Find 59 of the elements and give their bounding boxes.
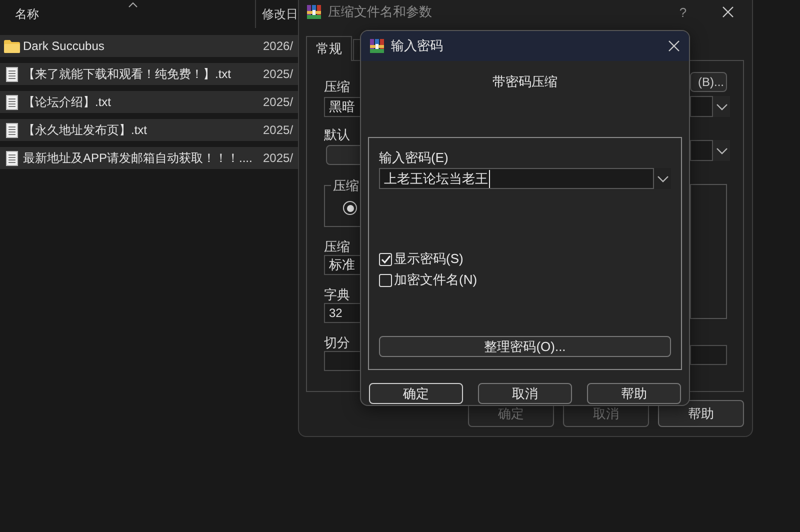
close-icon bbox=[668, 40, 680, 52]
chevron-down-icon bbox=[656, 174, 669, 182]
document-icon bbox=[6, 94, 18, 110]
file-name: Dark Succubus bbox=[23, 39, 106, 53]
dialog-button[interactable]: 帮助 bbox=[587, 383, 681, 404]
document-icon bbox=[6, 122, 18, 138]
combo-field[interactable] bbox=[690, 140, 713, 161]
field-label: 压缩 bbox=[324, 79, 350, 94]
dialog-button[interactable]: 取消 bbox=[478, 383, 572, 404]
file-row[interactable]: 【来了就能下载和观看！纯免费！】.txt 2025/ bbox=[0, 63, 298, 85]
field-label: 字典 bbox=[324, 287, 350, 302]
books-icon bbox=[306, 4, 322, 20]
file-row[interactable]: Dark Succubus 2026/ bbox=[0, 35, 298, 57]
browse-button[interactable]: (B)... bbox=[690, 72, 727, 92]
dropdown-button[interactable] bbox=[713, 140, 730, 161]
modified-date: 2025/ bbox=[263, 151, 294, 165]
modified-date: 2026/ bbox=[263, 39, 294, 53]
window-title: 压缩文件名和参数 bbox=[328, 3, 432, 21]
file-name: 最新地址及APP请发邮箱自动获取！！！.... bbox=[23, 150, 254, 166]
organize-passwords-button[interactable]: 整理密码(O)... bbox=[379, 336, 671, 357]
dialog-button[interactable]: 确定 bbox=[369, 383, 463, 404]
field-label: 默认 bbox=[324, 127, 350, 142]
column-header[interactable]: 修改日 bbox=[256, 6, 298, 22]
file-name: 【来了就能下载和观看！纯免费！】.txt bbox=[23, 66, 232, 82]
column-header[interactable]: 名称 bbox=[15, 6, 39, 22]
file-name: 【永久地址发布页】.txt bbox=[23, 122, 148, 138]
modified-date: 2025/ bbox=[263, 95, 294, 109]
file-row[interactable]: 【论坛介绍】.txt 2025/ bbox=[0, 91, 298, 113]
field-label: 压缩 bbox=[324, 239, 350, 254]
password-field[interactable]: 上老王论坛当老王 bbox=[379, 168, 654, 189]
input-field[interactable] bbox=[690, 345, 727, 365]
chevron-down-icon bbox=[716, 102, 728, 110]
field-label: 切分 bbox=[324, 335, 350, 350]
document-icon bbox=[6, 150, 18, 166]
window-title: 输入密码 bbox=[391, 37, 443, 55]
books-icon bbox=[369, 38, 385, 54]
combo-field[interactable] bbox=[690, 96, 713, 117]
caret-icon bbox=[128, 2, 138, 8]
dialog-button[interactable]: 帮助 bbox=[658, 400, 744, 427]
checkbox-label: 加密文件名(N) bbox=[394, 271, 478, 289]
file-row[interactable]: 【永久地址发布页】.txt 2025/ bbox=[0, 119, 298, 141]
dropdown-button[interactable] bbox=[654, 168, 671, 189]
dropdown-button[interactable] bbox=[713, 96, 730, 117]
close-icon bbox=[722, 6, 734, 18]
radio-button[interactable] bbox=[343, 201, 357, 215]
modified-date: 2025/ bbox=[263, 123, 294, 137]
document-icon bbox=[6, 66, 18, 82]
tab[interactable]: 常规 bbox=[306, 36, 352, 61]
checkbox-label: 显示密码(S) bbox=[394, 250, 464, 268]
file-row[interactable]: 最新地址及APP请发邮箱自动获取！！！.... 2025/ bbox=[0, 147, 298, 169]
chevron-down-icon bbox=[716, 146, 728, 154]
modified-date: 2025/ bbox=[263, 67, 294, 81]
field-label: 输入密码(E) bbox=[379, 150, 448, 165]
checkbox[interactable] bbox=[379, 252, 392, 266]
file-name: 【论坛介绍】.txt bbox=[23, 94, 112, 110]
help-button[interactable]: ? bbox=[668, 4, 698, 20]
folder-icon bbox=[4, 40, 20, 52]
checkbox[interactable] bbox=[379, 274, 392, 286]
dialog-heading: 带密码压缩 bbox=[492, 74, 558, 89]
